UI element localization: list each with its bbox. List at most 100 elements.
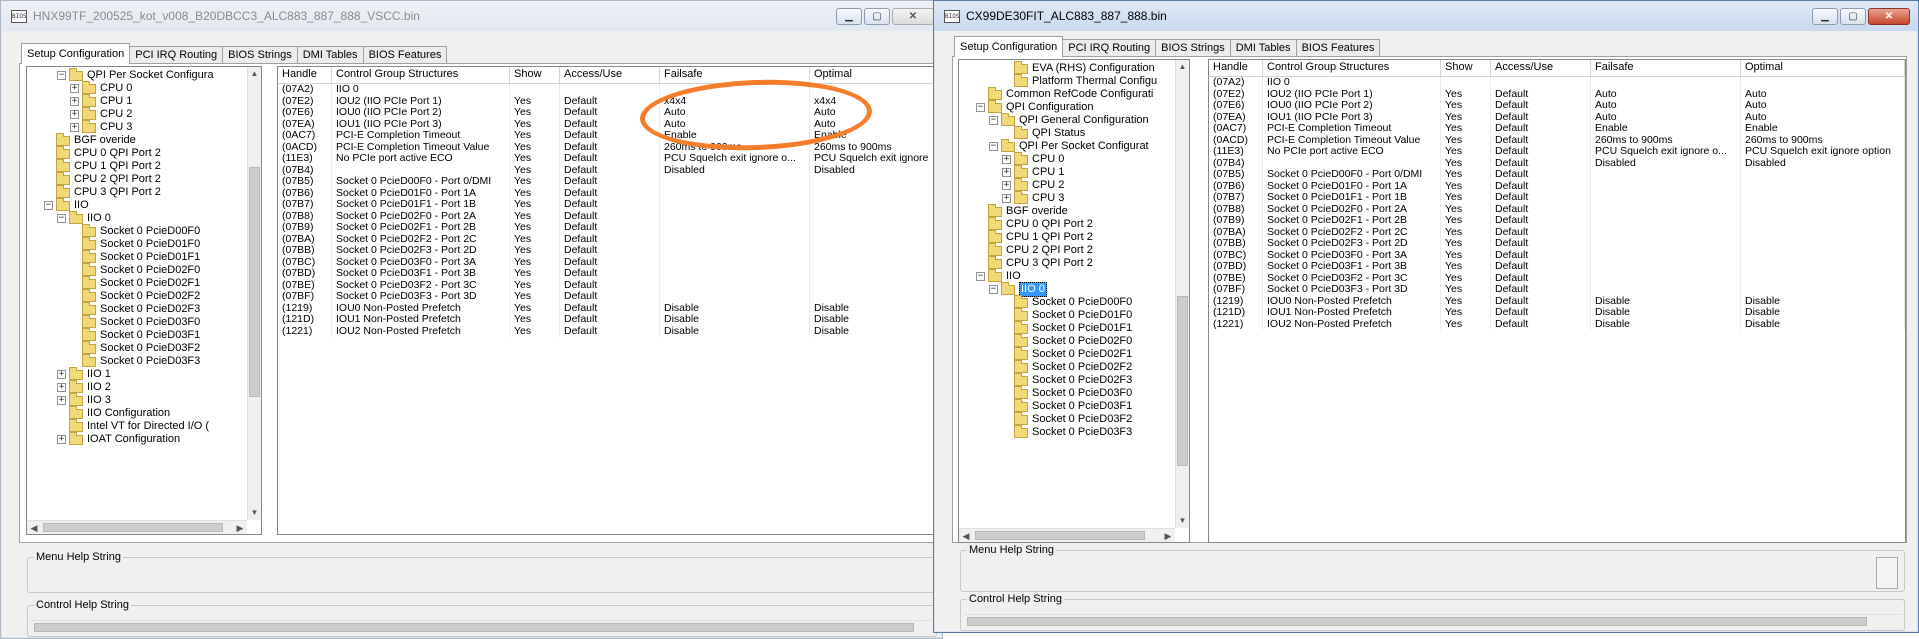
column-header-handle[interactable]: Handle (1209, 60, 1263, 76)
left-help-hscrollbar[interactable] (30, 620, 934, 634)
tree-node[interactable]: − QPI General Configuration (989, 112, 1149, 127)
collapse-minus-icon[interactable]: − (976, 272, 985, 281)
table-row[interactable]: (1221) IOU2 Non-Posted Prefetch Yes Default… (1209, 318, 1905, 330)
tree-node[interactable]: EVA (RHS) Configuration (1002, 60, 1155, 75)
tree-node[interactable]: + IIO 1 (57, 366, 111, 381)
table-row[interactable]: (07BD) Socket 0 PcieD03F1 - Port 3B Yes Def… (1209, 261, 1905, 273)
tree-node[interactable]: − QPI Configuration (976, 99, 1093, 114)
table-row[interactable]: (07A2) IIO 0 (1209, 77, 1905, 89)
right-tree-vscrollbar[interactable]: ▲ ▼ (1175, 60, 1189, 528)
left-setup-grid[interactable]: Handle Control Group Structures Show Access… (277, 66, 937, 535)
expand-plus-icon[interactable]: + (57, 370, 66, 379)
tree-node[interactable]: + CPU 0 (1002, 151, 1064, 166)
table-row[interactable]: (1219) IOU0 Non-Posted Prefetch Yes Default… (1209, 295, 1905, 307)
tree-node-label[interactable]: QPI Configuration (1006, 101, 1093, 114)
column-header-optimal[interactable]: Optimal (810, 67, 936, 83)
table-row[interactable]: (07B4) Yes Default Disabled Disabled (1209, 157, 1905, 169)
table-row[interactable]: (07B6) Socket 0 PcieD01F0 - Port 1A Yes Def… (278, 187, 936, 199)
tab-pci-irq-routing[interactable]: PCI IRQ Routing (129, 46, 224, 64)
table-row[interactable]: (07BB) Socket 0 PcieD02F3 - Port 2D Yes Def… (1209, 238, 1905, 250)
table-row[interactable]: (07E2) IOU2 (IIO PCIe Port 1) Yes Default Au… (1209, 88, 1905, 100)
scroll-up-arrow-icon[interactable]: ▲ (248, 67, 261, 81)
tree-node-label[interactable]: CPU 1 QPI Port 2 (74, 160, 161, 173)
table-row[interactable]: (121D) IOU1 Non-Posted Prefetch Yes Default… (278, 314, 936, 326)
expand-plus-icon[interactable]: + (70, 123, 79, 132)
tree-node-label[interactable]: IIO 0 (1019, 282, 1047, 297)
column-header-handle[interactable]: Handle (278, 67, 332, 83)
column-header-failsafe[interactable]: Failsafe (660, 67, 810, 83)
tree-node[interactable]: + CPU 1 (1002, 164, 1064, 179)
table-row[interactable]: (07BA) Socket 0 PcieD02F2 - Port 2C Yes Def… (278, 233, 936, 245)
tree-node-label[interactable]: Socket 0 PcieD02F0 (1032, 335, 1132, 348)
tree-node-label[interactable]: CPU 3 (100, 121, 132, 134)
column-header-control-group-structures[interactable]: Control Group Structures (332, 67, 510, 83)
tree-node-label[interactable]: CPU 3 (1032, 192, 1064, 205)
table-row[interactable]: (1219) IOU0 Non-Posted Prefetch Yes Default… (278, 302, 936, 314)
tree-node-label[interactable]: CPU 1 (100, 95, 132, 108)
left-close-button[interactable]: ✕ (892, 8, 934, 25)
collapse-minus-icon[interactable]: − (989, 142, 998, 151)
column-header-show[interactable]: Show (510, 67, 560, 83)
column-header-access-use[interactable]: Access/Use (1491, 60, 1591, 76)
tab-bios-strings[interactable]: BIOS Strings (222, 46, 298, 64)
table-row[interactable]: (07B5) Socket 0 PcieD00F0 - Port 0/DMI Yes… (278, 176, 936, 188)
table-row[interactable]: (07B6) Socket 0 PcieD01F0 - Port 1A Yes Def… (1209, 180, 1905, 192)
left-title-bar[interactable]: BIOS HNX99TF_200525_kot_v008_B20DBCC3_AL… (1, 1, 942, 31)
tree-node-label[interactable]: Socket 0 PcieD03F0 (1032, 387, 1132, 400)
table-row[interactable]: (07B8) Socket 0 PcieD02F0 - Port 2A Yes Def… (1209, 203, 1905, 215)
tree-node[interactable]: Intel VT for Directed I/O ( (57, 418, 209, 433)
tree-node-label[interactable]: Socket 0 PcieD03F3 (100, 355, 200, 368)
tree-node-label[interactable]: IIO 3 (87, 394, 111, 407)
tree-node[interactable]: + CPU 2 (70, 106, 132, 121)
right-close-button[interactable]: ✕ (1868, 8, 1910, 25)
tree-node-label[interactable]: CPU 0 QPI Port 2 (74, 147, 161, 160)
tree-node-label[interactable]: CPU 3 QPI Port 2 (74, 186, 161, 199)
tree-node-label[interactable]: IIO 1 (87, 368, 111, 381)
tree-node-label[interactable]: CPU 0 (1032, 153, 1064, 166)
table-row[interactable]: (1221) IOU2 Non-Posted Prefetch Yes Default… (278, 325, 936, 337)
left-minimize-button[interactable]: ▁ (836, 8, 862, 25)
tree-node-label[interactable]: BGF overide (1006, 205, 1068, 218)
table-row[interactable]: (07E6) IOU0 (IIO PCIe Port 2) Yes Default Au… (278, 107, 936, 119)
tree-node[interactable]: + IOAT Configuration (57, 431, 180, 446)
tab-pci-irq-routing[interactable]: PCI IRQ Routing (1062, 39, 1157, 57)
tree-node[interactable]: + IIO 3 (57, 392, 111, 407)
scroll-left-arrow-icon[interactable]: ◀ (959, 529, 973, 542)
tree-node[interactable]: + CPU 3 (70, 119, 132, 134)
tree-node[interactable]: Socket 0 PcieD03F3 (70, 353, 200, 368)
tree-node-label[interactable]: Socket 0 PcieD01F1 (1032, 322, 1132, 335)
table-row[interactable]: (07B7) Socket 0 PcieD01F1 - Port 1B Yes Def… (1209, 192, 1905, 204)
tree-node[interactable]: − IIO (976, 268, 1021, 283)
expand-plus-icon[interactable]: + (57, 435, 66, 444)
tree-node[interactable]: + CPU 0 (70, 80, 132, 95)
right-setup-grid[interactable]: Handle Control Group Structures Show Access… (1208, 59, 1906, 543)
left-tree-hscroll-thumb[interactable] (43, 523, 223, 532)
table-row[interactable]: (07A2) IIO 0 (278, 84, 936, 96)
tab-dmi-tables[interactable]: DMI Tables (296, 46, 364, 64)
expand-plus-icon[interactable]: + (70, 97, 79, 106)
tree-node-label[interactable]: EVA (RHS) Configuration (1032, 62, 1155, 75)
table-row[interactable]: (07BC) Socket 0 PcieD03F0 - Port 3A Yes Def… (1209, 249, 1905, 261)
tree-node[interactable]: Platform Thermal Configu (1002, 73, 1157, 88)
column-header-access-use[interactable]: Access/Use (560, 67, 660, 83)
tree-node-label[interactable]: CPU 3 QPI Port 2 (1006, 257, 1093, 270)
tree-node-label[interactable]: Socket 0 PcieD02F1 (1032, 348, 1132, 361)
tree-node-label[interactable]: CPU 1 QPI Port 2 (1006, 231, 1093, 244)
tree-node-label[interactable]: Socket 0 PcieD02F2 (1032, 361, 1132, 374)
table-row[interactable]: (0AC7) PCI-E Completion Timeout Yes Default… (278, 130, 936, 142)
tree-node[interactable]: Socket 0 PcieD03F3 (1002, 424, 1132, 439)
collapse-minus-icon[interactable]: − (976, 103, 985, 112)
expand-plus-icon[interactable]: + (1002, 168, 1011, 177)
table-row[interactable]: (07B9) Socket 0 PcieD02F1 - Port 2B Yes Def… (1209, 215, 1905, 227)
table-row[interactable]: (07E2) IOU2 (IIO PCIe Port 1) Yes Default x4… (278, 95, 936, 107)
tree-node-label[interactable]: Socket 0 PcieD03F0 (100, 316, 200, 329)
scroll-down-arrow-icon[interactable]: ▼ (1176, 514, 1189, 528)
tree-node[interactable]: + CPU 3 (1002, 190, 1064, 205)
tree-node-label[interactable]: CPU 0 QPI Port 2 (1006, 218, 1093, 231)
table-row[interactable]: (07EA) IOU1 (IIO PCIe Port 3) Yes Default Au… (278, 118, 936, 130)
right-tree-hscroll-thumb[interactable] (975, 531, 1145, 540)
table-row[interactable]: (11E3) No PCIe port active ECO Yes Default P… (278, 153, 936, 165)
table-row[interactable]: (0ACD) PCI-E Completion Timeout Value Yes D… (278, 141, 936, 153)
tree-node-label[interactable]: IIO 0 (87, 212, 111, 225)
tree-node-label[interactable]: Socket 0 PcieD00F0 (1032, 296, 1132, 309)
